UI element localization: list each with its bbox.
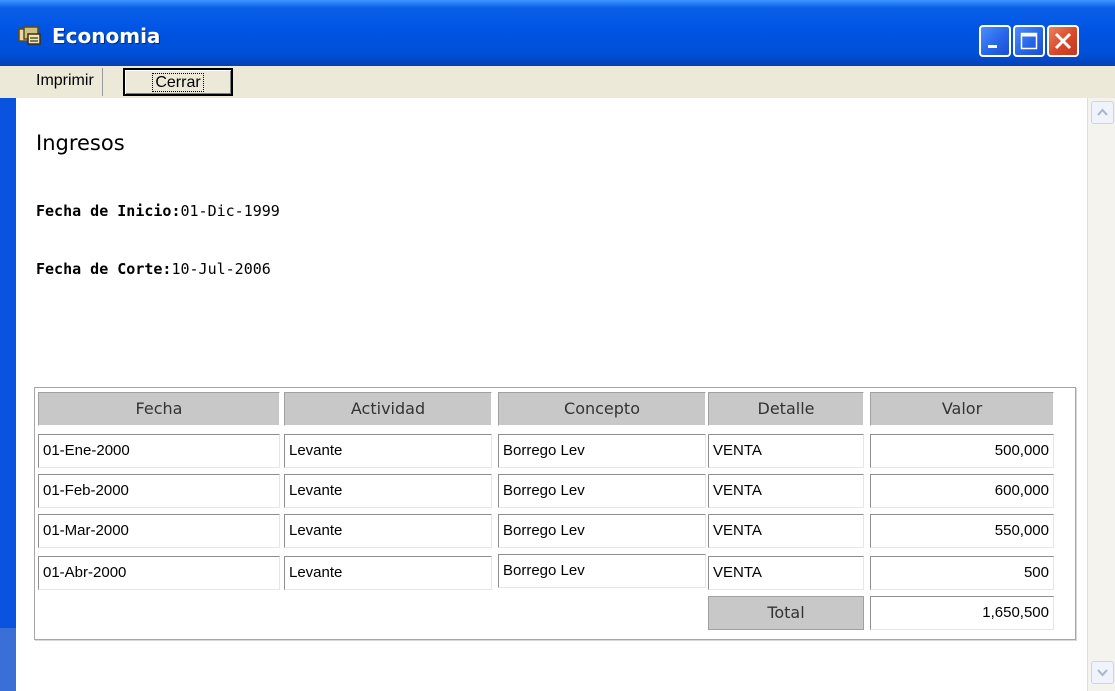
fecha-corte-label: Fecha de Corte: [36, 260, 172, 278]
total-label: Total [708, 596, 864, 630]
window-frame-left-lower [0, 628, 16, 691]
cerrar-label: Cerrar [152, 73, 204, 92]
cell-detalle: VENTA [708, 514, 864, 548]
close-icon [1054, 32, 1072, 50]
economia-window: Economia Imprimir Cerrar Ingresos Fecha … [0, 0, 1115, 691]
app-icon[interactable] [18, 26, 42, 46]
cell-detalle: VENTA [708, 434, 864, 468]
window-title: Economia [52, 24, 161, 48]
menu-bar: Imprimir Cerrar [0, 66, 1115, 99]
cell-valor: 600,000 [870, 474, 1054, 508]
maximize-button[interactable] [1013, 25, 1045, 57]
header-valor: Valor [870, 392, 1054, 426]
minimize-icon [988, 45, 997, 48]
fecha-corte-line: Fecha de Corte:10-Jul-2006 [36, 260, 271, 278]
scroll-up-icon [1097, 108, 1108, 116]
fecha-inicio-line: Fecha de Inicio:01-Dic-1999 [36, 202, 280, 220]
cell-detalle: VENTA [708, 474, 864, 508]
header-fecha: Fecha [38, 392, 280, 426]
page-title: Ingresos [36, 131, 125, 155]
close-button[interactable] [1047, 25, 1079, 57]
cell-fecha: 01-Abr-2000 [38, 556, 280, 590]
fecha-inicio-value: 01-Dic-1999 [180, 202, 280, 220]
header-detalle: Detalle [708, 392, 864, 426]
fecha-inicio-label: Fecha de Inicio: [36, 202, 181, 220]
cell-actividad: Levante [284, 474, 492, 508]
cell-actividad: Levante [284, 556, 492, 590]
minimize-button[interactable] [979, 25, 1011, 57]
cell-valor: 500 [870, 556, 1054, 590]
cell-valor: 550,000 [870, 514, 1054, 548]
fecha-corte-value: 10-Jul-2006 [171, 260, 271, 278]
maximize-icon [1020, 32, 1038, 50]
title-bar[interactable]: Economia [0, 0, 1115, 66]
scroll-down-button[interactable] [1091, 661, 1114, 684]
cell-actividad: Levante [284, 434, 492, 468]
window-frame-left [0, 98, 16, 691]
cell-concepto: Borrego Lev [498, 434, 706, 468]
header-concepto: Concepto [498, 392, 706, 426]
cell-concepto: Borrego Lev [498, 474, 706, 508]
cerrar-button[interactable]: Cerrar [123, 68, 233, 96]
scroll-up-button[interactable] [1091, 101, 1114, 124]
cell-detalle: VENTA [708, 556, 864, 590]
cell-fecha: 01-Feb-2000 [38, 474, 280, 508]
header-actividad: Actividad [284, 392, 492, 426]
cell-valor: 500,000 [870, 434, 1054, 468]
cell-actividad: Levante [284, 514, 492, 548]
cell-fecha: 01-Ene-2000 [38, 434, 280, 468]
imprimir-button[interactable]: Imprimir [28, 68, 103, 96]
cell-fecha: 01-Mar-2000 [38, 514, 280, 548]
cell-concepto: Borrego Lev [498, 514, 706, 548]
report-content: Ingresos Fecha de Inicio:01-Dic-1999 Fec… [16, 98, 1087, 691]
cell-concepto: Borrego Lev [498, 554, 706, 588]
vertical-scrollbar[interactable] [1087, 98, 1115, 691]
total-value: 1,650,500 [870, 596, 1054, 630]
scroll-down-icon [1097, 669, 1108, 677]
